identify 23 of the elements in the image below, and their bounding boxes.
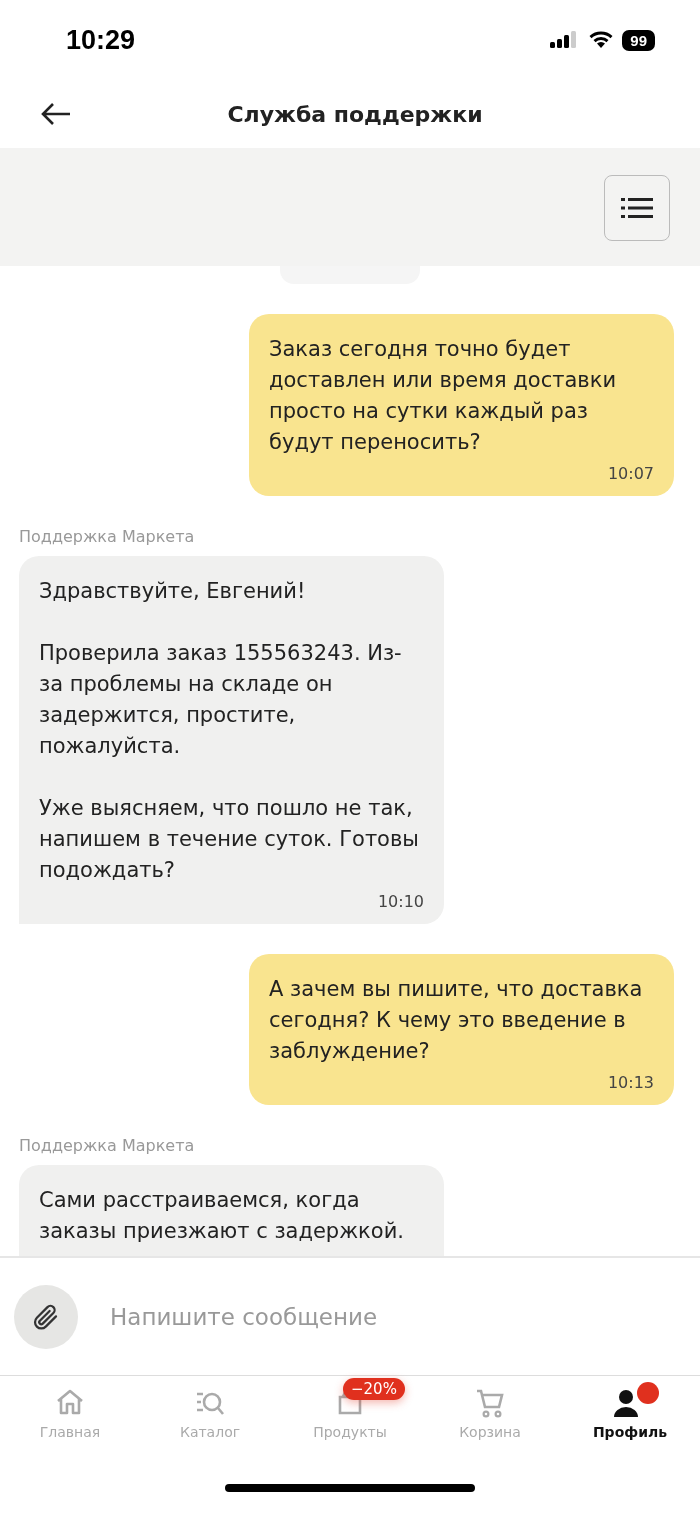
nav-tab[interactable]: Главная bbox=[0, 1376, 140, 1468]
battery-icon: 99 bbox=[622, 29, 655, 51]
message-text: Заказ сегодня точно будет доставлен или время доставки просто на сутки каждый раз будут переносить? bbox=[269, 336, 618, 456]
sender-name: Поддержка Маркета bbox=[19, 1136, 195, 1155]
discount-badge: −20% bbox=[343, 1378, 405, 1400]
message-text: Сами расстраиваемся, когда заказы приезжают с задержкой. bbox=[39, 1187, 405, 1245]
screen-title: Служба поддержки bbox=[226, 101, 484, 127]
nav-tab[interactable]: Корзина bbox=[420, 1376, 560, 1468]
nav-tab[interactable]: Каталог bbox=[140, 1376, 280, 1468]
sender-name: Поддержка Маркета bbox=[19, 527, 195, 546]
message-text: Здравствуйте, Евгений! Проверила заказ 155563243. Из-за проблемы на складе он задержится, простите, пожалуйста. Уже выясняем, что пошло не так, напишем в течение суток. Готовы подождать? bbox=[39, 578, 420, 884]
message-input[interactable]: Напишите сообщение bbox=[108, 1302, 686, 1331]
message-time: 10:10 bbox=[376, 892, 424, 912]
nav-tab[interactable]: −20% Продукты bbox=[280, 1376, 420, 1468]
menu-button[interactable] bbox=[604, 175, 670, 241]
back-arrow-icon[interactable] bbox=[40, 102, 72, 126]
message-time: 10:13 bbox=[606, 1073, 654, 1093]
menu-icon bbox=[621, 196, 653, 220]
message-text: А зачем вы пишите, что доставка сегодня? К чему это введение в заблуждение? bbox=[269, 976, 644, 1065]
nav-tab[interactable]: Профиль bbox=[560, 1376, 700, 1468]
wifi-icon bbox=[588, 30, 615, 50]
message-time: 10:07 bbox=[606, 464, 654, 484]
status-time: 10:29 bbox=[66, 24, 136, 56]
